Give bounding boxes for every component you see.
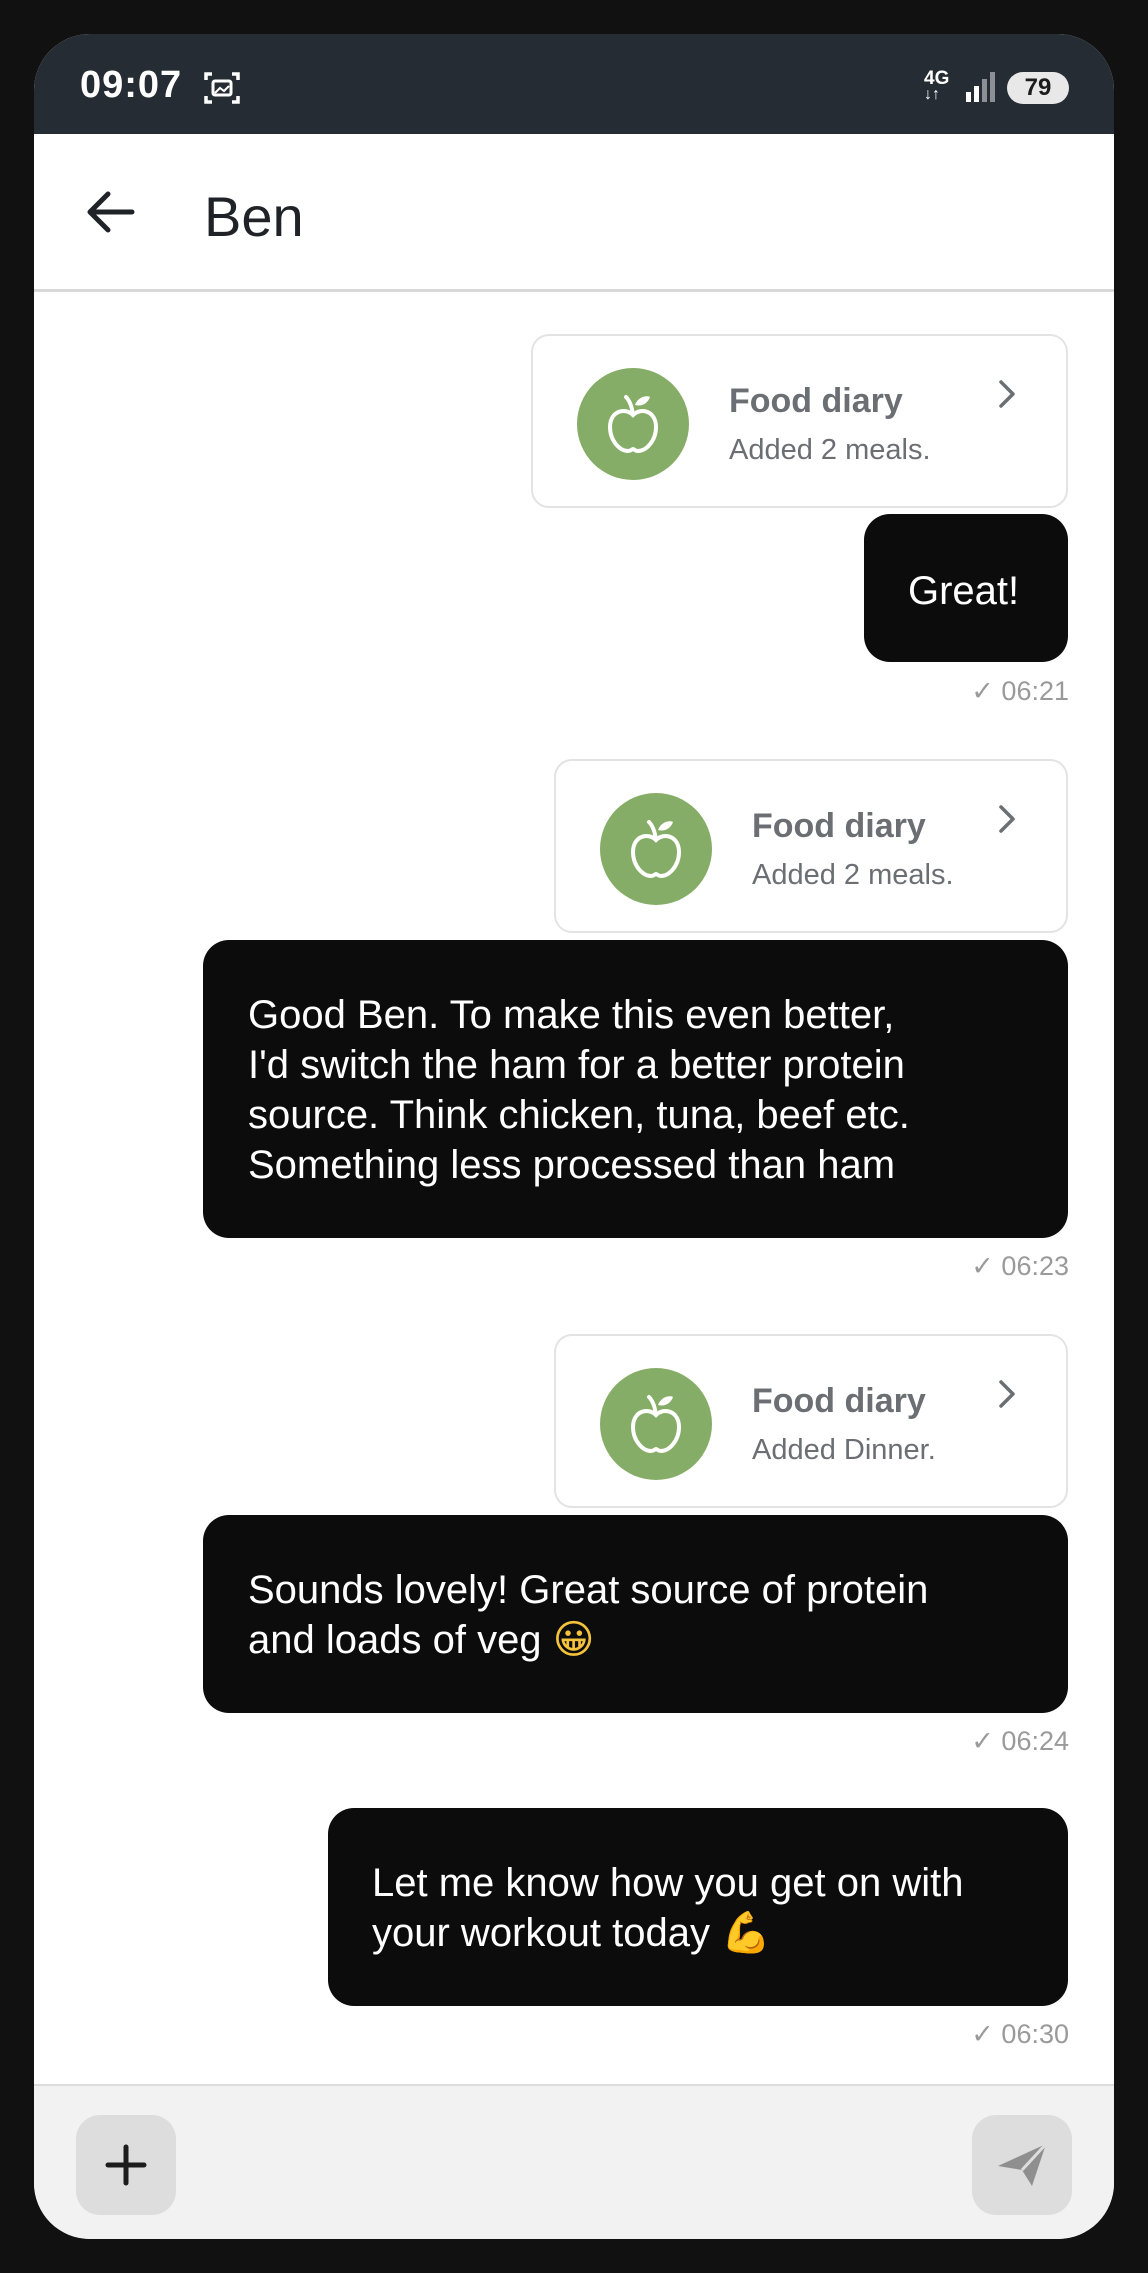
chat-header: Ben — [34, 134, 1114, 292]
message-text: Great! — [908, 569, 1020, 613]
add-attachment-button[interactable] — [76, 2115, 176, 2215]
message-list[interactable]: Food diary Added 2 meals. Great! ✓ 06:21… — [34, 292, 1114, 2084]
message-timestamp: ✓ 06:21 — [971, 676, 1069, 706]
message-bubble[interactable]: Good Ben. To make this even better, I'd … — [203, 940, 1068, 1238]
message-text-line: source. Think chicken, tuna, beef etc. — [248, 1093, 910, 1137]
food-diary-card[interactable]: Food diary Added 2 meals. — [554, 759, 1068, 933]
back-arrow-icon[interactable] — [82, 184, 138, 240]
battery-indicator: 79 — [1007, 72, 1069, 104]
card-subtitle: Added Dinner. — [752, 1434, 936, 1466]
message-bubble[interactable]: Let me know how you get on with your wor… — [328, 1808, 1068, 2006]
message-text: and loads of veg — [248, 1618, 542, 1662]
message-timestamp: ✓ 06:24 — [971, 1726, 1069, 1756]
status-bar: 09:07 4G ↓↑ 79 — [34, 34, 1114, 134]
network-indicator: 4G ↓↑ — [924, 69, 949, 103]
network-activity: ↓↑ — [924, 86, 940, 103]
message-text-line: Sounds lovely! Great source of protein — [248, 1568, 929, 1612]
plus-icon — [105, 2144, 147, 2186]
apple-icon — [600, 793, 712, 905]
message-bubble[interactable]: Sounds lovely! Great source of protein a… — [203, 1515, 1068, 1713]
message-text-line: your workout today 💪 — [372, 1908, 1068, 1958]
food-diary-card[interactable]: Food diary Added 2 meals. — [531, 334, 1068, 508]
send-icon — [998, 2142, 1048, 2186]
status-time: 09:07 — [80, 64, 183, 106]
grinning-face-emoji: 😀 — [552, 1617, 595, 1663]
chevron-right-icon — [999, 1380, 1015, 1408]
apple-icon — [600, 1368, 712, 1480]
food-diary-card[interactable]: Food diary Added Dinner. — [554, 1334, 1068, 1508]
card-subtitle: Added 2 meals. — [729, 434, 931, 466]
screenshot-icon — [204, 72, 240, 104]
message-composer — [34, 2084, 1114, 2239]
chat-title: Ben — [204, 185, 304, 248]
message-bubble[interactable]: Great! — [864, 514, 1068, 662]
message-timestamp: ✓ 06:30 — [971, 2019, 1069, 2049]
card-title: Food diary — [729, 382, 903, 420]
chevron-right-icon — [999, 805, 1015, 833]
message-text-line: Something less processed than ham — [248, 1143, 896, 1187]
message-text: your workout today — [372, 1911, 710, 1955]
message-text-line: Good Ben. To make this even better, — [248, 993, 895, 1037]
message-text-line: I'd switch the ham for a better protein — [248, 1043, 905, 1087]
card-title: Food diary — [752, 807, 926, 845]
chevron-right-icon — [999, 380, 1015, 408]
message-text-line: Let me know how you get on with — [372, 1861, 964, 1905]
card-subtitle: Added 2 meals. — [752, 859, 954, 891]
apple-icon — [577, 368, 689, 480]
flexed-biceps-emoji: 💪 — [721, 1910, 771, 1956]
signal-icon — [966, 72, 995, 102]
send-button[interactable] — [972, 2115, 1072, 2215]
message-text-line: and loads of veg 😀 — [248, 1615, 1068, 1665]
message-timestamp: ✓ 06:23 — [971, 1251, 1069, 1281]
phone-screen: 09:07 4G ↓↑ 79 Ben Food diary Added 2 me… — [34, 34, 1114, 2239]
card-title: Food diary — [752, 1382, 926, 1420]
